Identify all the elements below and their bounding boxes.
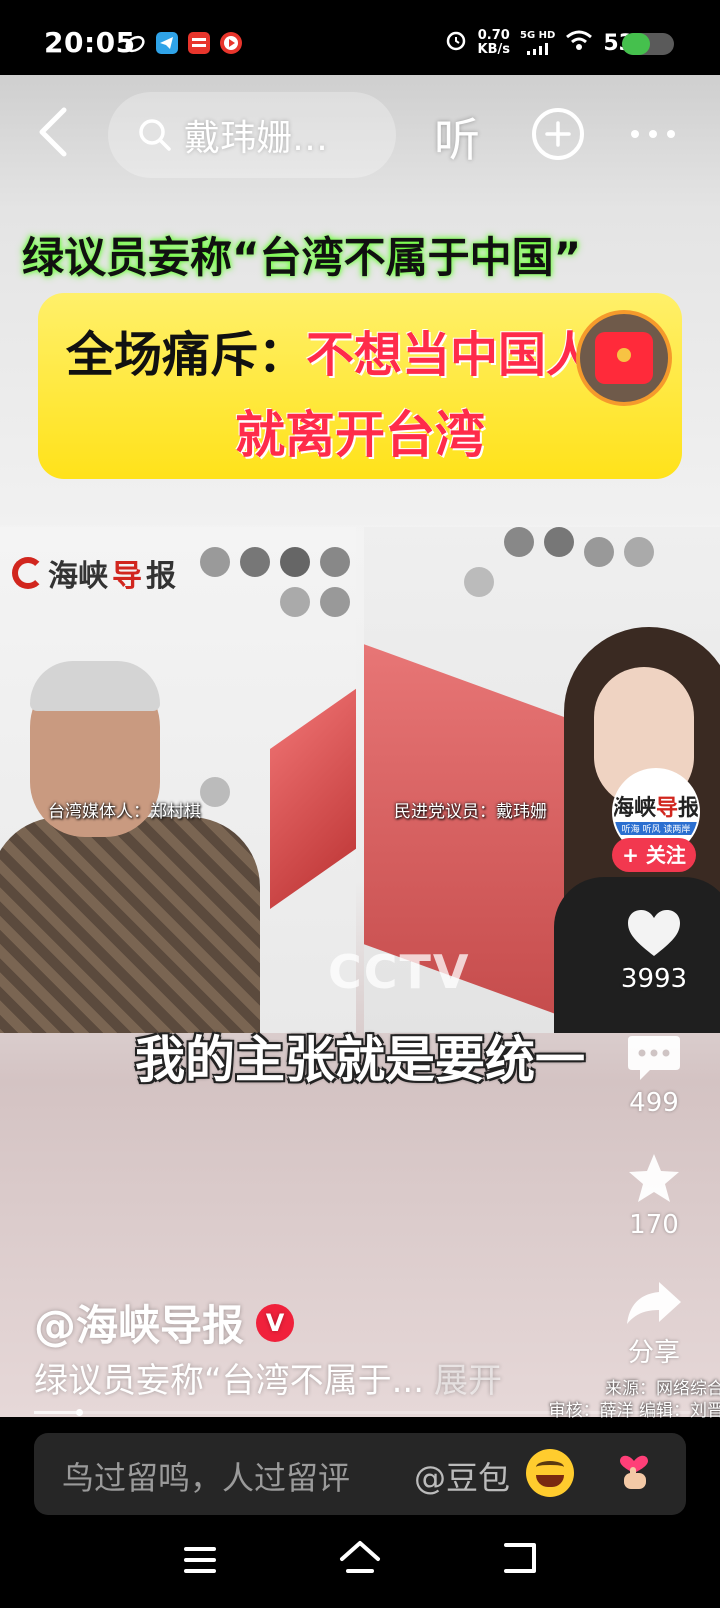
- like-count: 3993: [620, 964, 688, 994]
- avatar-logo: 海峡导报: [612, 795, 700, 821]
- net-speed-value: 0.70: [477, 28, 510, 43]
- plus-icon: [545, 121, 571, 147]
- mention-button[interactable]: @豆包: [414, 1453, 510, 1499]
- status-bar: 20:05 0.70 KB/s 5G HD 53%: [0, 0, 720, 75]
- signal-bars-icon: [526, 42, 548, 55]
- description-text: 绿议员妄称“台湾不属于...: [34, 1361, 425, 1401]
- video-description[interactable]: 绿议员妄称“台湾不属于... 展开: [34, 1353, 502, 1402]
- comment-input[interactable]: 鸟过留鸣，人过留评 @豆包: [34, 1433, 686, 1515]
- cctv-watermark: CCTV: [328, 945, 471, 999]
- battery-icon: [622, 33, 674, 55]
- video-app-icon: [220, 32, 242, 54]
- media-logo-text2: 导: [112, 559, 142, 594]
- red-packet-icon: [595, 332, 653, 384]
- heart-icon: [628, 910, 680, 956]
- signal-label: 5G HD: [520, 29, 556, 41]
- share-button[interactable]: 分享: [600, 1278, 708, 1369]
- search-text: 戴玮姗…: [184, 118, 329, 159]
- caption-left: 台湾媒体人：郑村棋: [48, 802, 201, 822]
- credits-line1: 来源：网络综合: [605, 1379, 720, 1399]
- telegram-icon: [156, 32, 178, 54]
- avatar-slogan: 听海 听风 读两岸: [614, 821, 698, 835]
- heart-hand-emoji-icon[interactable]: [612, 1447, 656, 1502]
- author-name-row[interactable]: @海峡导报 V: [34, 1292, 295, 1353]
- battery-level: [622, 33, 650, 55]
- system-nav-bar: [0, 1515, 720, 1608]
- video-frame-left: 海峡导报 台湾媒体人：郑村棋: [0, 527, 356, 1033]
- listen-button[interactable]: 听: [434, 104, 480, 170]
- favorite-button[interactable]: 170: [600, 1152, 708, 1240]
- back-nav-icon[interactable]: [500, 1539, 540, 1581]
- wifi-icon: [565, 29, 593, 57]
- weibo-icon: [124, 32, 146, 54]
- verified-badge: V: [256, 1303, 295, 1342]
- comment-placeholder: 鸟过留鸣，人过留评: [62, 1459, 351, 1497]
- laugh-emoji-icon[interactable]: [526, 1449, 574, 1497]
- headline-box-line1: 全场痛斥：不想当中国人: [66, 315, 594, 385]
- comment-icon: [628, 1036, 680, 1080]
- media-logo-text3: 报: [146, 559, 176, 594]
- favorite-count: 170: [629, 1210, 679, 1240]
- back-button[interactable]: [36, 104, 76, 160]
- more-button[interactable]: [630, 116, 676, 139]
- alarm-icon: [444, 28, 468, 58]
- speaker-left-figure: [0, 661, 260, 1033]
- headline-box-line2: 就离开台湾: [235, 406, 485, 464]
- home-icon[interactable]: [338, 1539, 382, 1581]
- like-button[interactable]: 3993: [600, 908, 708, 994]
- author-name[interactable]: @海峡导报: [34, 1292, 244, 1353]
- caption-right: 民进党议员：戴玮姗: [394, 802, 547, 822]
- back-arrow-icon: [39, 107, 67, 157]
- headline-box-red-text: 不想当中国人: [306, 327, 595, 383]
- share-arrow-icon: [627, 1282, 681, 1324]
- toutiao-icon: [188, 32, 210, 54]
- star-icon: [629, 1154, 679, 1202]
- net-speed-unit: KB/s: [477, 42, 510, 57]
- video-headline: 绿议员妄称“台湾不属于中国”: [22, 232, 582, 282]
- share-label: 分享: [627, 1338, 680, 1368]
- search-bar[interactable]: 戴玮姗…: [108, 92, 396, 178]
- add-button[interactable]: [532, 108, 584, 160]
- expand-link[interactable]: 展开: [434, 1361, 502, 1401]
- media-logo-mark: [12, 557, 44, 589]
- video-progress-fill: [34, 1409, 83, 1416]
- video-progress-bar[interactable]: [34, 1409, 690, 1416]
- status-time: 20:05: [44, 26, 136, 59]
- follow-button[interactable]: + 关注: [612, 838, 696, 872]
- signal-indicator: 5G HD: [520, 28, 555, 59]
- red-packet-button[interactable]: [576, 310, 672, 406]
- comment-button[interactable]: 499: [600, 1032, 708, 1118]
- search-icon: [138, 118, 172, 152]
- menu-icon[interactable]: [182, 1545, 218, 1579]
- net-speed: 0.70 KB/s: [478, 29, 510, 57]
- video-credits: 来源：网络综合 审核：薛洋 编辑：刘晋: [549, 1378, 720, 1422]
- media-logo-text1: 海峡: [48, 559, 108, 594]
- media-logo: 海峡导报: [12, 551, 176, 595]
- headline-box-black-text: 全场痛斥：: [66, 327, 307, 383]
- more-dots-icon: [631, 130, 675, 138]
- comment-count: 499: [629, 1088, 679, 1118]
